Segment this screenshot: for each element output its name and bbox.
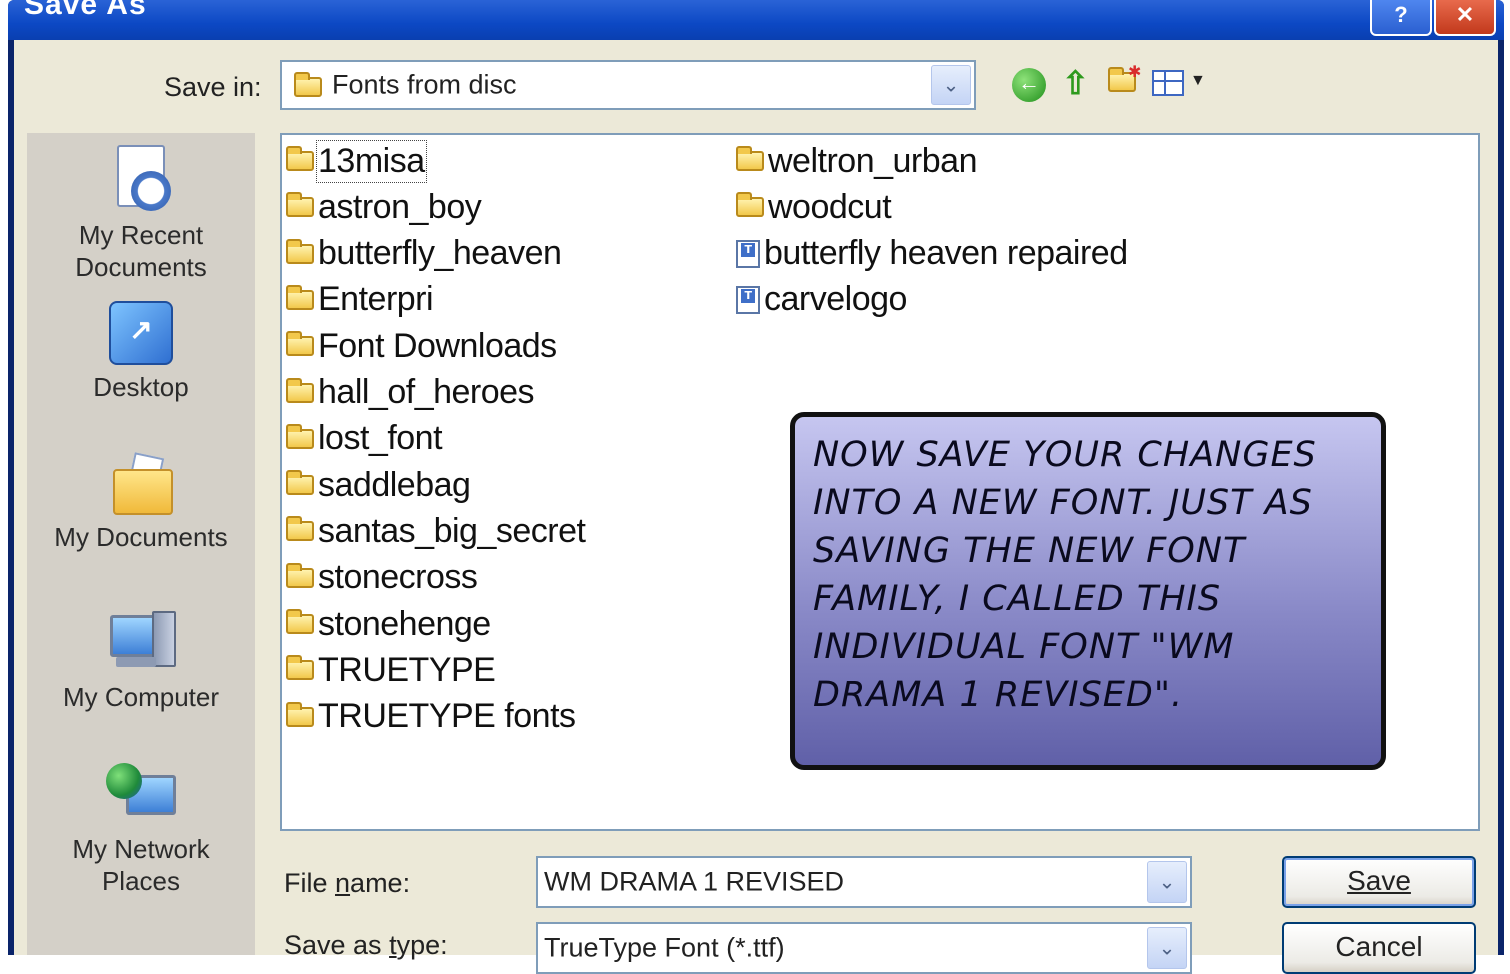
folder-icon bbox=[736, 146, 764, 171]
recent-documents-icon bbox=[109, 145, 173, 213]
file-name-label: File name: bbox=[284, 868, 411, 898]
folder-icon bbox=[736, 192, 764, 218]
folder-icon bbox=[286, 562, 314, 588]
cancel-button-label: Cancel bbox=[1335, 931, 1423, 962]
file-name-input[interactable]: WM DRAMA 1 REVISED ⌄ bbox=[536, 856, 1192, 908]
folder-item[interactable]: lost_font bbox=[286, 417, 443, 461]
my-computer-icon bbox=[106, 611, 176, 675]
help-button[interactable]: ? bbox=[1370, 0, 1432, 36]
folder-item[interactable]: santas_big_secret bbox=[286, 509, 586, 553]
save-type-dropdown-arrow[interactable]: ⌄ bbox=[1147, 927, 1187, 969]
folder-item[interactable]: stonecross bbox=[286, 556, 478, 600]
file-name: TRUETYPE fonts bbox=[318, 697, 576, 736]
folder-item[interactable]: woodcut bbox=[736, 185, 892, 229]
close-button[interactable]: ✕ bbox=[1434, 0, 1496, 36]
folder-item[interactable]: weltron_urban bbox=[736, 139, 977, 183]
file-name: butterfly heaven repaired bbox=[764, 234, 1128, 273]
chevron-down-icon: ⌄ bbox=[1158, 937, 1176, 960]
save-in-dropdown[interactable]: Fonts from disc ⌄ bbox=[280, 60, 976, 110]
save-button-label: Save bbox=[1347, 865, 1411, 896]
file-name: santas_big_secret bbox=[318, 511, 586, 550]
save-button[interactable]: Save bbox=[1282, 856, 1476, 908]
views-menu-icon[interactable]: ▼ bbox=[1152, 68, 1210, 100]
back-icon[interactable]: ← bbox=[1012, 68, 1046, 102]
file-name: weltron_urban bbox=[768, 141, 977, 180]
file-name: hall_of_heroes bbox=[318, 373, 535, 411]
place-my-recent-documents[interactable]: My Recent Documents bbox=[27, 145, 255, 283]
chevron-down-icon: ⌄ bbox=[1158, 871, 1176, 894]
title-bar[interactable]: Save As ? ✕ bbox=[8, 0, 1504, 40]
places-bar: My Recent Documents ↗ Desktop My Documen… bbox=[27, 133, 255, 955]
tutorial-callout: Now save your changes into a new font. J… bbox=[790, 412, 1386, 770]
save-type-value: TrueType Font (*.ttf) bbox=[544, 932, 785, 963]
folder-icon bbox=[286, 238, 314, 264]
place-my-computer[interactable]: My Computer bbox=[27, 611, 255, 713]
save-type-dropdown[interactable]: TrueType Font (*.ttf) ⌄ bbox=[536, 922, 1192, 974]
place-label: My Recent Documents bbox=[75, 220, 207, 282]
place-label: My Computer bbox=[62, 682, 220, 712]
chevron-down-icon: ⌄ bbox=[942, 74, 960, 97]
file-name-value: WM DRAMA 1 REVISED bbox=[544, 866, 845, 897]
file-name: stonecross bbox=[318, 558, 478, 597]
window-title: Save As bbox=[24, 0, 147, 21]
font-file-item[interactable]: butterfly heaven repaired bbox=[736, 232, 1128, 276]
file-name: saddlebag bbox=[318, 465, 471, 504]
file-name-dropdown-arrow[interactable]: ⌄ bbox=[1147, 861, 1187, 903]
folder-icon bbox=[286, 284, 314, 310]
save-type-label: Save as type: bbox=[284, 930, 448, 960]
folder-icon bbox=[286, 470, 314, 496]
new-folder-icon[interactable]: ✱ bbox=[1108, 64, 1141, 112]
folder-icon bbox=[286, 377, 314, 403]
folder-icon bbox=[286, 146, 314, 171]
truetype-file-icon bbox=[736, 239, 760, 268]
place-label: My Documents bbox=[54, 522, 228, 552]
save-in-label: Save in: bbox=[164, 72, 262, 102]
callout-text: Now save your changes into a new font. J… bbox=[813, 435, 1317, 715]
place-my-documents[interactable]: My Documents bbox=[27, 452, 255, 553]
up-folder-icon[interactable]: ⇧ bbox=[1062, 64, 1089, 104]
font-file-item[interactable]: carvelogo bbox=[736, 278, 907, 322]
folder-icon bbox=[286, 609, 314, 634]
file-name: butterfly_heaven bbox=[318, 234, 562, 273]
file-name: Enterpri bbox=[318, 280, 434, 319]
folder-icon bbox=[286, 701, 314, 727]
folder-item[interactable]: Enterpri bbox=[286, 278, 434, 322]
folder-item[interactable]: TRUETYPE bbox=[286, 648, 496, 692]
help-icon: ? bbox=[1394, 2, 1408, 27]
cancel-button[interactable]: Cancel bbox=[1282, 922, 1476, 974]
folder-icon bbox=[286, 331, 314, 357]
folder-item[interactable]: stonehenge bbox=[286, 602, 491, 646]
my-documents-icon bbox=[109, 452, 173, 515]
folder-item[interactable]: saddlebag bbox=[286, 463, 471, 507]
save-in-value: Fonts from disc bbox=[332, 69, 517, 100]
place-desktop[interactable]: ↗ Desktop bbox=[27, 301, 255, 403]
place-label: Desktop bbox=[93, 372, 189, 402]
place-my-network-places[interactable]: My Network Places bbox=[27, 763, 255, 897]
folder-icon bbox=[286, 192, 314, 218]
file-name: carvelogo bbox=[764, 280, 907, 319]
folder-icon bbox=[286, 516, 314, 542]
folder-item[interactable]: 13misa bbox=[286, 139, 427, 183]
save-in-dropdown-arrow[interactable]: ⌄ bbox=[931, 65, 971, 105]
folder-item[interactable]: hall_of_heroes bbox=[286, 371, 535, 415]
file-name: Font Downloads bbox=[318, 326, 557, 365]
close-icon: ✕ bbox=[1455, 2, 1475, 27]
truetype-file-icon bbox=[736, 285, 760, 314]
folder-item[interactable]: butterfly_heaven bbox=[286, 232, 562, 276]
file-name: astron_boy bbox=[318, 187, 482, 226]
file-name: woodcut bbox=[768, 187, 892, 226]
file-name: lost_font bbox=[318, 419, 443, 458]
file-name: stonehenge bbox=[318, 604, 491, 643]
folder-item[interactable]: Font Downloads bbox=[286, 324, 557, 368]
folder-icon bbox=[286, 655, 314, 681]
folder-icon bbox=[286, 423, 314, 449]
folder-icon bbox=[294, 72, 322, 97]
place-label: My Network Places bbox=[72, 834, 210, 896]
folder-item[interactable]: TRUETYPE fonts bbox=[286, 695, 576, 739]
file-name: TRUETYPE bbox=[318, 650, 496, 689]
network-places-icon bbox=[106, 763, 176, 827]
file-name: 13misa bbox=[316, 139, 427, 183]
folder-item[interactable]: astron_boy bbox=[286, 185, 482, 229]
desktop-icon: ↗ bbox=[109, 301, 173, 365]
